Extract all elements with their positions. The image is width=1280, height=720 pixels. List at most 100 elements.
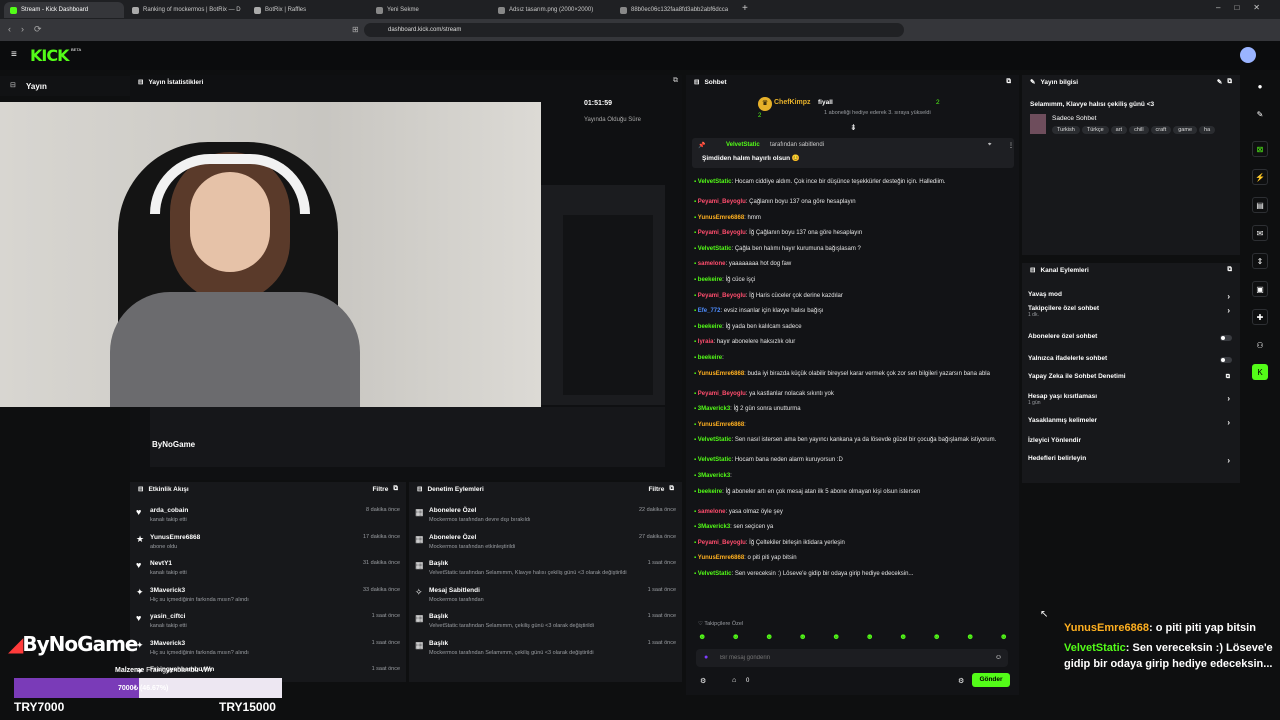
action-row[interactable]: Abonelere özel sohbet bbox=[1028, 333, 1234, 347]
info-icon[interactable]: ● bbox=[1252, 78, 1268, 94]
chat-username[interactable]: VelvetStatic bbox=[698, 179, 732, 185]
chat-username[interactable]: YunusEmre6868 bbox=[698, 555, 744, 561]
monitor-icon[interactable]: ▣ bbox=[1252, 281, 1268, 297]
tag-chip[interactable]: Türkçe bbox=[1081, 126, 1109, 134]
wrench-icon[interactable]: ✚ bbox=[1252, 309, 1268, 325]
unpin-icon[interactable]: ⌖ bbox=[988, 142, 991, 149]
tag-chip[interactable]: art bbox=[1110, 126, 1128, 134]
chat-username[interactable]: beekeire bbox=[698, 277, 722, 283]
action-row[interactable]: Takipçilere özel sohbet 1 dk. › bbox=[1028, 305, 1234, 319]
collapse-icon[interactable]: ⇟ bbox=[850, 123, 857, 132]
settings-icon[interactable]: ⚙ bbox=[700, 677, 706, 685]
chat-username[interactable]: Peyami_Beyoglu bbox=[698, 230, 746, 236]
popout-icon[interactable]: ⧉ bbox=[393, 485, 398, 493]
chat-input-box[interactable]: ● ☺ bbox=[696, 649, 1008, 667]
tool-icon[interactable]: ⊠ bbox=[1252, 141, 1268, 157]
chat-username[interactable]: Peyami_Beyoglu bbox=[698, 199, 746, 205]
pencil-icon[interactable]: ✎ bbox=[1252, 106, 1268, 122]
item-name[interactable]: Başlık bbox=[429, 640, 448, 647]
tag-chip[interactable]: game bbox=[1173, 126, 1198, 134]
chevron-right-icon[interactable]: › bbox=[1227, 456, 1230, 465]
chat-username[interactable]: Peyami_Beyoglu bbox=[698, 391, 746, 397]
tag-chip[interactable]: ha bbox=[1199, 126, 1216, 134]
tag-chip[interactable]: Turkish bbox=[1052, 126, 1080, 134]
tag-chip[interactable]: chill bbox=[1129, 126, 1149, 134]
chat-bubble-icon[interactable]: ✉ bbox=[1252, 225, 1268, 241]
toggle-switch[interactable] bbox=[1220, 357, 1232, 363]
filter-button[interactable]: Filtre bbox=[648, 486, 664, 493]
chat-username[interactable]: YunusEmre6868 bbox=[698, 215, 744, 221]
chevron-right-icon[interactable]: › bbox=[1227, 418, 1230, 427]
emote-bar[interactable]: ☻ ☻ ☻ ☻ ☻ ☻ ☻ ☻ ☻ ☻ bbox=[698, 632, 1008, 644]
chat-username[interactable]: Efe_772 bbox=[698, 308, 721, 314]
file-icon[interactable]: ▤ bbox=[1252, 197, 1268, 213]
chat-username[interactable]: samelone bbox=[698, 261, 726, 267]
popout-icon[interactable]: ⧉ bbox=[1006, 78, 1011, 86]
chat-username[interactable]: beekeire bbox=[698, 355, 722, 361]
browser-tab[interactable]: BotRix | Raffles bbox=[248, 2, 368, 18]
chat-username[interactable]: YunusEmre6868 bbox=[698, 371, 744, 377]
nav-buttons[interactable]: ‹›⟳ bbox=[8, 24, 52, 35]
action-row[interactable]: Yavaş mod › bbox=[1028, 291, 1234, 305]
action-row[interactable]: İzleyici Yönlendir bbox=[1028, 437, 1234, 451]
new-tab-icon[interactable]: + bbox=[742, 3, 748, 14]
item-name[interactable]: NevtY1 bbox=[150, 560, 172, 567]
chat-username[interactable]: YunusEmre6868 bbox=[698, 422, 744, 428]
chat-input[interactable] bbox=[720, 652, 980, 664]
item-name[interactable]: Başlık bbox=[429, 613, 448, 620]
chat-username[interactable]: Peyami_Beyoglu bbox=[698, 540, 746, 546]
hamburger-menu-icon[interactable]: ≡ bbox=[11, 49, 17, 60]
chevron-right-icon[interactable]: › bbox=[1227, 306, 1230, 315]
browser-tab[interactable]: Yeni Sekme bbox=[370, 2, 490, 18]
item-name[interactable]: Abonelere Özel bbox=[429, 534, 476, 541]
item-name[interactable]: Başlık bbox=[429, 560, 448, 567]
item-name[interactable]: YunusEmre6868 bbox=[150, 534, 200, 541]
url-field[interactable]: dashboard.kick.com/stream bbox=[364, 23, 904, 37]
browser-tab[interactable]: Adsız tasarım.png (2000×2000) bbox=[492, 2, 612, 18]
bookmark-icon[interactable]: ⊞ bbox=[352, 25, 359, 34]
browser-tab[interactable]: Stream - Kick Dashboard bbox=[4, 2, 124, 18]
bolt-icon[interactable]: ⚡ bbox=[1252, 169, 1268, 185]
chat-username[interactable]: samelone bbox=[698, 509, 726, 515]
action-row[interactable]: Yasaklanmış kelimeler › bbox=[1028, 417, 1234, 431]
browser-tab[interactable]: Ranking of mockermos | BotRix — D bbox=[126, 2, 246, 18]
chat-username[interactable]: beekeire bbox=[698, 324, 722, 330]
chat-username[interactable]: lyraia bbox=[698, 339, 714, 345]
tag-chip[interactable]: craft bbox=[1150, 126, 1172, 134]
toggle-switch[interactable] bbox=[1220, 335, 1232, 341]
chat-username[interactable]: VelvetStatic bbox=[698, 457, 732, 463]
popout-icon[interactable]: ⧉ bbox=[1227, 78, 1232, 86]
action-row[interactable]: Hesap yaşı kısıtlaması 1 gün › bbox=[1028, 393, 1234, 407]
item-name[interactable]: Abonelere Özel bbox=[429, 507, 476, 514]
chat-username[interactable]: beekeire bbox=[698, 489, 722, 495]
chat-settings-icon[interactable]: ⚙ bbox=[958, 677, 964, 685]
external-link-icon[interactable]: ⧉ bbox=[1226, 374, 1230, 381]
chat-username[interactable]: 3Maverick3 bbox=[698, 524, 730, 530]
chat-username[interactable]: VelvetStatic bbox=[698, 571, 732, 577]
chat-username[interactable]: VelvetStatic bbox=[698, 246, 732, 252]
chat-username[interactable]: VelvetStatic bbox=[698, 437, 732, 443]
mic-icon[interactable]: ● bbox=[704, 654, 708, 661]
item-name[interactable]: 3Maverick3 bbox=[150, 640, 185, 647]
kick-logo[interactable]: KICK bbox=[30, 46, 69, 65]
action-row[interactable]: Yalnızca ifadelerle sohbet bbox=[1028, 355, 1234, 369]
chevron-right-icon[interactable]: › bbox=[1227, 394, 1230, 403]
more-icon[interactable]: ⋮ bbox=[1008, 142, 1014, 149]
action-row[interactable]: Yapay Zeka ile Sohbet Denetimi ⧉ bbox=[1028, 373, 1234, 387]
item-name[interactable]: 3Maverick3 bbox=[150, 587, 185, 594]
item-name[interactable]: yasin_ciftci bbox=[150, 613, 185, 620]
expand-icon[interactable]: ⇕ bbox=[1252, 253, 1268, 269]
browser-tab[interactable]: 88b0ec06c132faa8fd3abb2abf6dcca bbox=[614, 2, 734, 18]
popout-icon[interactable]: ⧉ bbox=[673, 77, 678, 85]
chat-username[interactable]: Peyami_Beyoglu bbox=[698, 293, 746, 299]
chevron-right-icon[interactable]: › bbox=[1227, 292, 1230, 301]
kick-icon[interactable]: K bbox=[1252, 364, 1268, 380]
item-name[interactable]: arda_cobain bbox=[150, 507, 188, 514]
send-button[interactable]: Gönder bbox=[972, 673, 1010, 687]
edit-icon[interactable]: ✎ bbox=[1217, 78, 1222, 86]
emoji-icon[interactable]: ☺ bbox=[995, 654, 1002, 661]
chat-username[interactable]: 3Maverick3 bbox=[698, 473, 730, 479]
window-controls[interactable]: –□✕ bbox=[1216, 3, 1274, 12]
filter-button[interactable]: Filtre bbox=[372, 486, 388, 493]
people-icon[interactable]: ⚇ bbox=[1252, 337, 1268, 353]
